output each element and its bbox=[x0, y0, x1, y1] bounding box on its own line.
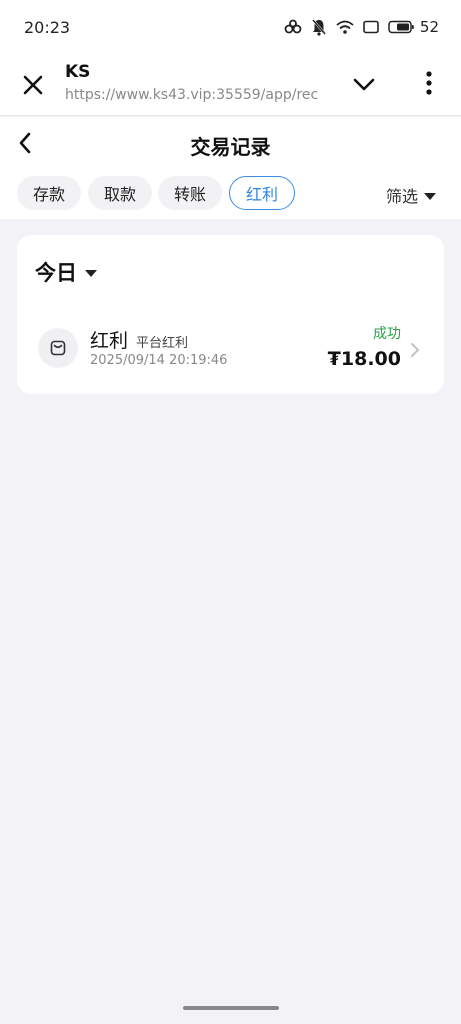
date-selector[interactable]: 今日 bbox=[35, 257, 97, 287]
status-time: 20:23 bbox=[24, 17, 71, 37]
caret-down-icon bbox=[85, 263, 97, 282]
tabs-bar: 存款 取款 转账 红利 筛选 bbox=[0, 171, 461, 219]
mute-icon bbox=[311, 18, 327, 36]
browser-bar: KS https://www.ks43.vip:35559/app/rec bbox=[0, 54, 461, 116]
date-label: 今日 bbox=[35, 261, 77, 285]
tab-bonus[interactable]: 红利 bbox=[229, 176, 295, 210]
tab-transfer[interactable]: 转账 bbox=[158, 176, 222, 210]
transaction-status: 成功 bbox=[373, 326, 401, 342]
transaction-group-card: 今日 红利 平台红利 2025/09/14 20:19:46 成功 ₮18.00 bbox=[17, 235, 444, 394]
tab-withdraw[interactable]: 取款 bbox=[88, 176, 152, 210]
screen-icon bbox=[363, 20, 379, 34]
caret-down-icon bbox=[424, 186, 437, 205]
tab-deposit[interactable]: 存款 bbox=[17, 176, 81, 210]
more-vertical-icon[interactable] bbox=[418, 68, 440, 98]
home-indicator bbox=[183, 1006, 279, 1010]
battery-percent: 52 bbox=[419, 18, 439, 36]
close-icon[interactable] bbox=[18, 70, 48, 100]
browser-url[interactable]: https://www.ks43.vip:35559/app/rec bbox=[65, 87, 330, 103]
link-icon bbox=[284, 19, 302, 35]
chevron-right-icon bbox=[408, 339, 422, 361]
status-icons: 52 bbox=[284, 18, 439, 36]
page-header: 交易记录 bbox=[0, 117, 461, 171]
wallet-icon bbox=[38, 328, 78, 368]
wifi-icon bbox=[336, 20, 354, 35]
transaction-amount: ₮18.00 bbox=[327, 348, 401, 370]
chevron-down-icon[interactable] bbox=[350, 70, 378, 98]
transaction-subtype: 平台红利 bbox=[136, 336, 189, 351]
page-title: 交易记录 bbox=[190, 135, 271, 159]
filter-label: 筛选 bbox=[386, 187, 419, 206]
filter-button[interactable]: 筛选 bbox=[386, 183, 437, 207]
transaction-time: 2025/09/14 20:19:46 bbox=[90, 353, 228, 368]
status-bar: 20:23 52 bbox=[0, 0, 461, 54]
transaction-type: 红利 bbox=[90, 330, 129, 352]
battery-icon bbox=[388, 20, 414, 34]
browser-title: KS bbox=[65, 62, 91, 82]
